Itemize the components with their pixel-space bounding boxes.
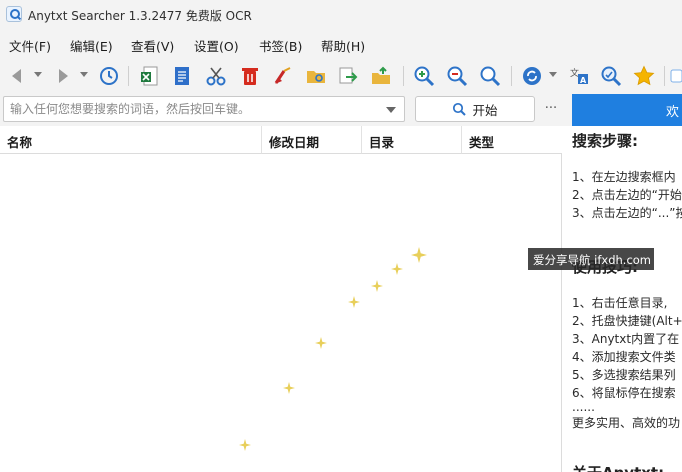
menu-edit[interactable]: 编辑(E) [70,36,113,55]
sparkle-icon [239,439,251,451]
tab-welcome[interactable]: 欢 [572,94,682,126]
svg-text:文: 文 [570,67,579,79]
history-icon[interactable] [96,63,122,89]
about-heading: 关于Anytxt: [572,462,664,472]
toolbar-divider [664,66,665,86]
search-history-dropdown-icon[interactable] [386,107,396,113]
sparkle-icon [315,337,327,349]
delete-icon[interactable] [237,63,263,89]
start-search-button[interactable]: 开始 [415,96,535,122]
window-title: Anytxt Searcher 1.3.2477 免费版 OCR [28,9,252,23]
back-arrow-icon[interactable] [4,63,30,89]
usage-tip-5: 5、多选搜索结果列 [572,368,676,382]
toolbar-divider [128,66,129,86]
search-input[interactable] [6,98,376,120]
column-header-modified-date[interactable]: 修改日期 [262,126,362,154]
menu-settings[interactable]: 设置(O) [194,36,239,55]
refresh-icon[interactable] [519,63,545,89]
column-header-name[interactable]: 名称 [0,126,262,154]
search-steps-heading: 搜索步骤: [572,132,638,150]
tips-ellipsis: ...... [572,400,595,414]
cut-icon[interactable] [203,63,229,89]
zoom-in-icon[interactable] [411,63,437,89]
svg-text:A: A [580,76,587,85]
help-panel: 搜索步骤: 1、在左边搜索框内 2、点击左边的“开始 3、点击左边的“...”按… [562,126,682,472]
ocr-search-icon[interactable] [598,63,624,89]
results-list[interactable]: 名称 修改日期 目录 类型 [0,126,562,472]
zoom-out-icon[interactable] [444,63,470,89]
column-header-directory[interactable]: 目录 [362,126,462,154]
move-file-icon[interactable] [335,63,361,89]
copy-to-folder-icon[interactable] [368,63,394,89]
zoom-reset-icon[interactable] [477,63,503,89]
search-step-3: 3、点击左边的“...”按 [572,206,682,220]
menu-view[interactable]: 查看(V) [131,36,174,55]
title-bar: Anytxt Searcher 1.3.2477 免费版 OCR [0,0,682,30]
search-step-2: 2、点击左边的“开始 [572,188,682,202]
usage-tip-1: 1、右击任意目录, [572,296,668,310]
usage-tip-6: 6、将鼠标停在搜索 [572,386,676,400]
usage-tip-2: 2、托盘快捷键(Alt+ [572,314,682,328]
search-step-1: 1、在左边搜索框内 [572,170,676,184]
usage-tip-4: 4、添加搜索文件类 [572,350,676,364]
back-history-caret-icon[interactable] [34,72,42,77]
menu-bookmarks[interactable]: 书签(B) [259,36,302,55]
translate-icon[interactable]: 文A [566,63,592,89]
toolbar-divider [403,66,404,86]
forward-history-caret-icon[interactable] [80,72,88,77]
search-box [3,96,405,122]
document-icon[interactable] [169,63,195,89]
column-header-type[interactable]: 类型 [462,126,562,154]
open-folder-icon[interactable] [303,63,329,89]
sparkle-icon [283,382,295,394]
bookmark-star-icon[interactable] [631,63,657,89]
menu-help[interactable]: 帮助(H) [321,36,365,55]
excel-export-icon[interactable] [137,63,163,89]
sparkle-icon [371,280,383,292]
more-features-text: 更多实用、高效的功 [572,416,681,430]
clean-icon[interactable] [270,63,296,89]
menu-file[interactable]: 文件(F) [9,36,51,55]
usage-tip-3: 3、Anytxt内置了在 [572,332,680,346]
refresh-options-caret-icon[interactable] [549,72,557,77]
browse-folder-button[interactable]: ... [540,98,562,118]
start-button-label: 开始 [472,102,498,118]
forward-arrow-icon[interactable] [50,63,76,89]
sparkle-icon [411,247,427,263]
app-logo-icon [6,6,22,22]
toolbar-divider [511,66,512,86]
menu-bar: 文件(F) 编辑(E) 查看(V) 设置(O) 书签(B) 帮助(H) [0,30,682,58]
search-row: 开始 ... 欢 [0,94,682,126]
toolbar: 文A [0,58,682,94]
search-icon [453,102,467,116]
sparkle-icon [391,263,403,275]
overflow-icon[interactable] [670,63,682,89]
watermark-overlay: 爱分享导航 ifxdh.com [528,248,654,270]
sparkle-icon [348,296,360,308]
